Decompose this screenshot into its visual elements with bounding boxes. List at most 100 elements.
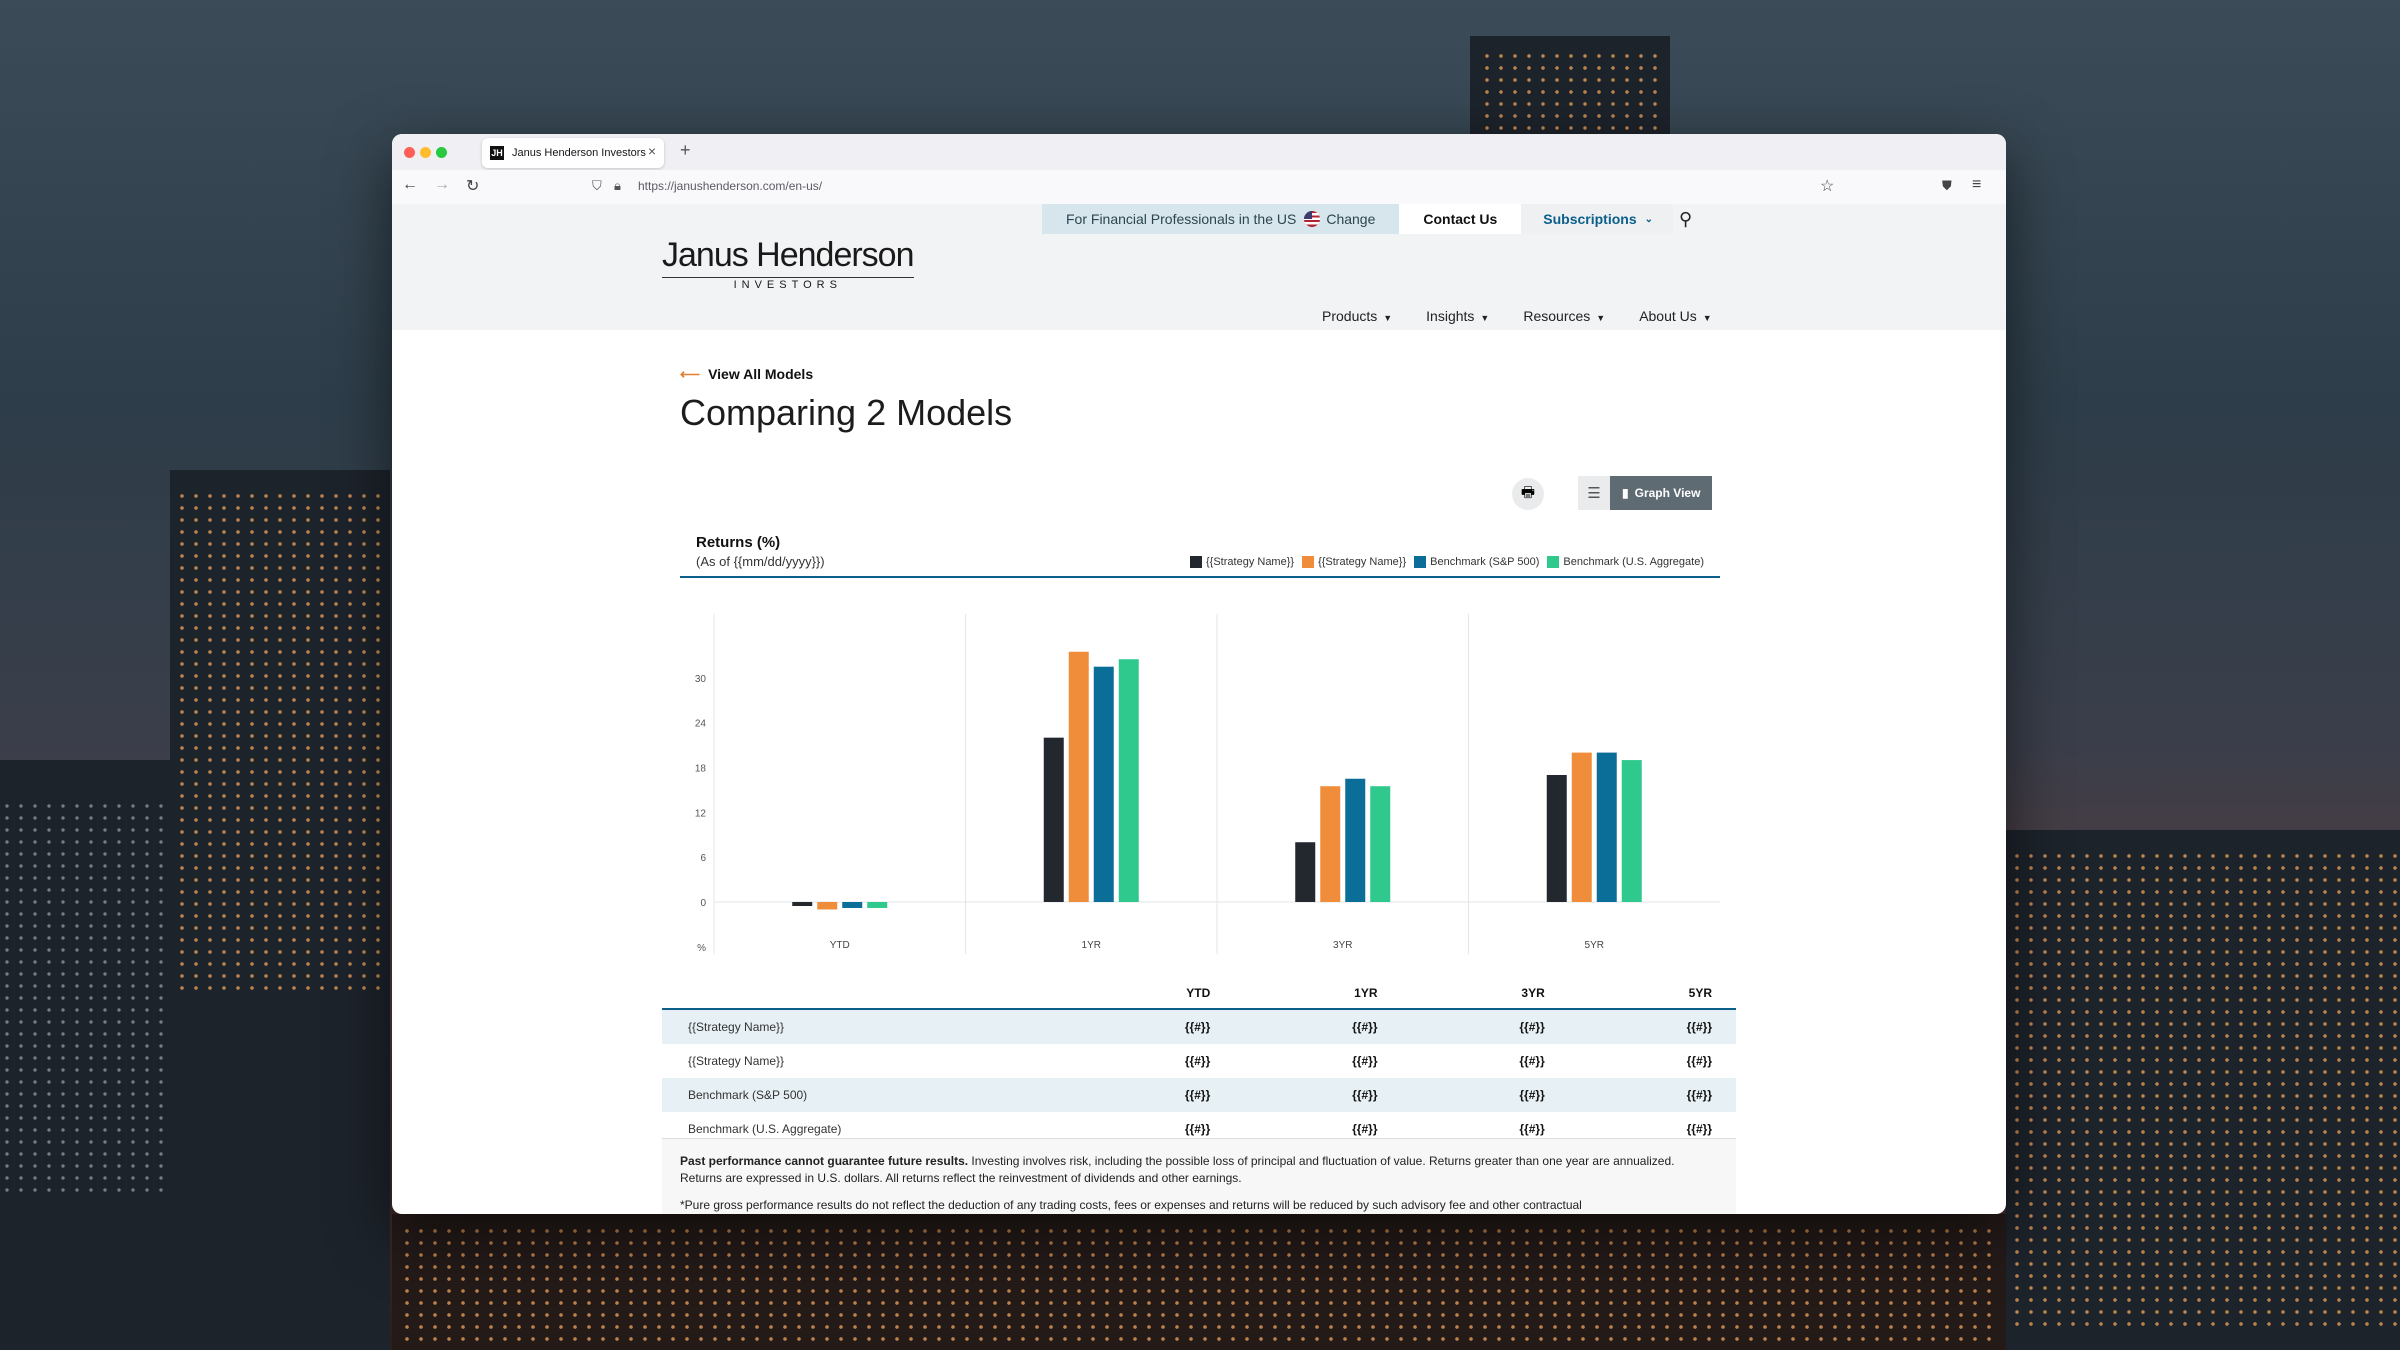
search-icon[interactable]: ⚲ — [1679, 209, 1692, 230]
view-all-models-link[interactable]: ⟵ View All Models — [680, 366, 813, 383]
disclaimer-footnote: *Pure gross performance results do not r… — [680, 1197, 1582, 1212]
view-toggle: ☰ ▮ Graph View — [1578, 476, 1713, 510]
utility-bar: For Financial Professionals in the US Ch… — [1042, 204, 1692, 234]
legend-item-strategy-1: {{Strategy Name}} — [1190, 556, 1294, 568]
reload-icon[interactable]: ↻ — [466, 176, 479, 196]
lock-icon[interactable]: 🔒︎ — [614, 178, 621, 194]
table-row: {{Strategy Name}} {{#}} {{#}} {{#}} {{#}… — [662, 1009, 1736, 1044]
table-row: {{Strategy Name}} {{#}} {{#}} {{#}} {{#}… — [662, 1044, 1736, 1078]
chart-legend: {{Strategy Name}} {{Strategy Name}} Benc… — [1190, 556, 1704, 568]
y-tick-label: 18 — [695, 764, 707, 775]
view-all-models-label: View All Models — [708, 366, 814, 382]
bar-chart-icon: ▮ — [1622, 486, 1629, 500]
legend-label: Benchmark (S&P 500) — [1430, 556, 1540, 568]
nav-about-us[interactable]: About Us ▼ — [1639, 308, 1712, 324]
bar — [1068, 651, 1089, 902]
change-link[interactable]: Change — [1326, 211, 1375, 227]
table-header: 1YR — [1234, 978, 1402, 1010]
address-bar[interactable]: https://janushenderson.com/en-us/ — [638, 179, 822, 193]
minimize-window-dot[interactable] — [420, 147, 431, 158]
legend-label: Benchmark (U.S. Aggregate) — [1563, 556, 1704, 568]
graph-view-label: Graph View — [1634, 486, 1701, 500]
y-tick-label: 24 — [695, 719, 707, 730]
table-cell: {{#}} — [1686, 1054, 1712, 1068]
browser-window: JH Janus Henderson Investors × + ← → ↻ ⛉… — [392, 134, 2006, 1214]
disclaimer-bold: Past performance cannot guarantee future… — [680, 1154, 969, 1168]
caret-down-icon: ▼ — [1702, 313, 1712, 323]
nav-products[interactable]: Products ▼ — [1322, 308, 1392, 324]
disclaimer-paragraph: Past performance cannot guarantee future… — [680, 1153, 1718, 1187]
legend-swatch — [1547, 556, 1560, 568]
page-title: Comparing 2 Models — [680, 392, 1013, 433]
nav-resources-label: Resources — [1523, 308, 1591, 324]
bar — [792, 902, 813, 906]
table-cell-name: {{Strategy Name}} — [662, 1009, 1067, 1044]
logo-main-text: Janus Henderson — [662, 236, 915, 274]
printer-icon: 🖶 — [1520, 483, 1536, 501]
subscriptions-menu[interactable]: Subscriptions ⌄ — [1521, 204, 1674, 234]
favicon-icon: JH — [490, 146, 504, 160]
legend-label: {{Strategy Name}} — [1206, 556, 1295, 568]
table-cell: {{#}} — [1234, 1078, 1402, 1112]
close-window-dot[interactable] — [404, 147, 415, 158]
bar — [1043, 737, 1064, 902]
chevron-down-icon: ⌄ — [1644, 213, 1654, 225]
print-button[interactable]: 🖶 — [1512, 478, 1544, 510]
legend-item-sp500: Benchmark (S&P 500) — [1414, 556, 1539, 568]
list-icon: ☰ — [1587, 485, 1601, 502]
caret-down-icon: ▼ — [1480, 313, 1490, 323]
browser-navbar: ← → ↻ ⛉ 🔒︎ https://janushenderson.com/en… — [392, 170, 2006, 205]
legend-swatch — [1414, 556, 1427, 568]
y-tick-label: 12 — [695, 808, 707, 819]
contact-us-link[interactable]: Contact Us — [1399, 204, 1522, 234]
browser-tab[interactable]: JH Janus Henderson Investors × — [482, 138, 664, 168]
table-header — [662, 978, 1067, 1010]
legend-swatch — [1190, 556, 1202, 568]
main-content: ⟵ View All Models Comparing 2 Models 🖶 ☰ … — [392, 330, 2006, 1214]
table-cell: {{#}} — [1352, 1054, 1378, 1068]
legend-swatch — [1302, 556, 1315, 568]
legend-item-strategy-2: {{Strategy Name}} — [1302, 556, 1406, 568]
returns-as-of: (As of {{mm/dd/yyyy}}) — [696, 554, 825, 569]
nav-insights[interactable]: Insights ▼ — [1426, 308, 1489, 324]
nav-about-us-label: About Us — [1639, 308, 1697, 324]
shield-icon[interactable]: ⛉ — [592, 178, 602, 194]
returns-bar-chart: 30 24 18 12 6 0% YTD 1YR 3YR 5YR — [695, 614, 1720, 954]
background-lights-bottom — [400, 1225, 2000, 1345]
main-nav: Products ▼ Insights ▼ Resources ▼ About Us ▼ — [1322, 308, 1712, 324]
table-header-row: YTD 1YR 3YR 5YR — [662, 978, 1736, 1010]
new-tab-icon[interactable]: + — [680, 140, 691, 161]
back-arrow-icon: ⟵ — [680, 366, 701, 382]
back-arrow-icon[interactable]: ← — [402, 176, 418, 194]
table-cell-name: {{Strategy Name}} — [688, 1054, 785, 1068]
x-tick-label: 3YR — [1333, 940, 1352, 951]
background-lights-right — [2010, 850, 2400, 1330]
maximize-window-dot[interactable] — [436, 147, 447, 158]
tab-close-icon[interactable]: × — [648, 143, 656, 159]
caret-down-icon: ▼ — [1383, 313, 1393, 323]
bar — [867, 902, 888, 908]
y-tick-label: 0 — [700, 898, 706, 909]
menu-icon[interactable]: ≡ — [1972, 176, 1981, 194]
us-flag-icon — [1304, 211, 1321, 227]
bookmark-star-icon[interactable]: ☆ — [1820, 176, 1834, 196]
bar — [842, 902, 863, 908]
bar — [817, 902, 838, 910]
table-view-button[interactable]: ☰ — [1578, 476, 1610, 510]
table-cell: {{#}} — [1067, 1078, 1235, 1112]
logo[interactable]: Janus Henderson INVESTORS — [662, 236, 915, 291]
graph-view-button[interactable]: ▮ Graph View — [1610, 476, 1713, 510]
forward-arrow-icon[interactable]: → — [434, 176, 450, 194]
table-cell: {{#}} — [1519, 1054, 1545, 1068]
table-cell-name: Benchmark (S&P 500) — [662, 1078, 1067, 1112]
subscriptions-label: Subscriptions — [1543, 211, 1637, 227]
audience-selector[interactable]: For Financial Professionals in the US Ch… — [1042, 204, 1400, 234]
background-lights-left-2 — [0, 800, 170, 1200]
disclaimer: Past performance cannot guarantee future… — [662, 1138, 1736, 1214]
pocket-icon[interactable]: ⛊ — [1942, 178, 1952, 194]
nav-resources[interactable]: Resources ▼ — [1523, 308, 1605, 324]
bar — [1596, 752, 1617, 902]
table-cell: {{#}} — [1568, 1078, 1736, 1112]
caret-down-icon: ▼ — [1596, 313, 1606, 323]
x-tick-label: YTD — [830, 940, 850, 951]
